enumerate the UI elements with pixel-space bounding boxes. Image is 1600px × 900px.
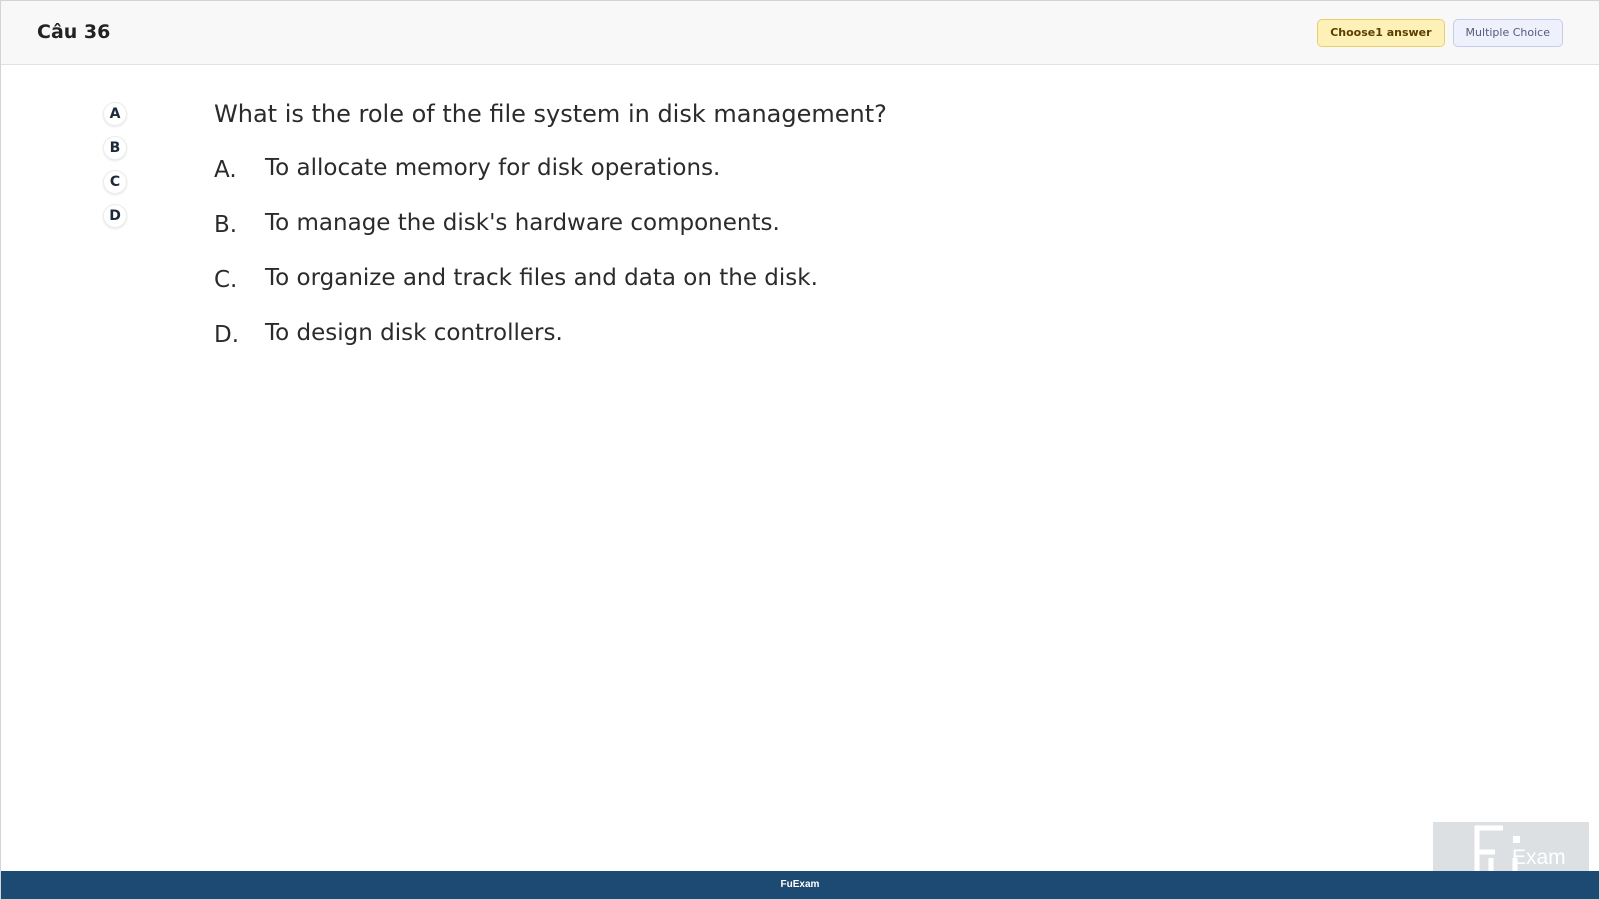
answer-bubble-a[interactable]: A	[103, 102, 127, 126]
option-letter: D.	[214, 322, 240, 348]
question-number: Câu 36	[37, 21, 111, 43]
option-letter: B.	[214, 212, 238, 238]
answer-bubble-list: A B C D	[103, 102, 127, 238]
answer-bubble-b[interactable]: B	[103, 136, 127, 160]
question-text: What is the role of the file system in d…	[214, 100, 887, 128]
option-text: To manage the disk's hardware components…	[265, 210, 780, 236]
option-text: To organize and track files and data on …	[265, 265, 818, 291]
question-type-badge: Multiple Choice	[1452, 19, 1563, 47]
option-letter: C.	[214, 267, 238, 293]
exam-page: Câu 36 Choose1 answer Multiple Choice A …	[0, 0, 1600, 900]
watermark-text: Exam	[1512, 846, 1566, 869]
answer-bubble-c[interactable]: C	[103, 170, 127, 194]
footer-brand: FuExam	[780, 879, 820, 890]
option-text: To allocate memory for disk operations.	[265, 155, 721, 181]
footer-bar: FuExam	[1, 871, 1599, 899]
question-header: Câu 36 Choose1 answer Multiple Choice	[1, 1, 1599, 65]
answer-bubble-d[interactable]: D	[103, 204, 127, 228]
question-badges: Choose1 answer Multiple Choice	[1317, 19, 1563, 47]
option-letter: A.	[214, 157, 237, 183]
choose-answer-badge: Choose1 answer	[1317, 19, 1445, 47]
option-text: To design disk controllers.	[265, 320, 563, 346]
